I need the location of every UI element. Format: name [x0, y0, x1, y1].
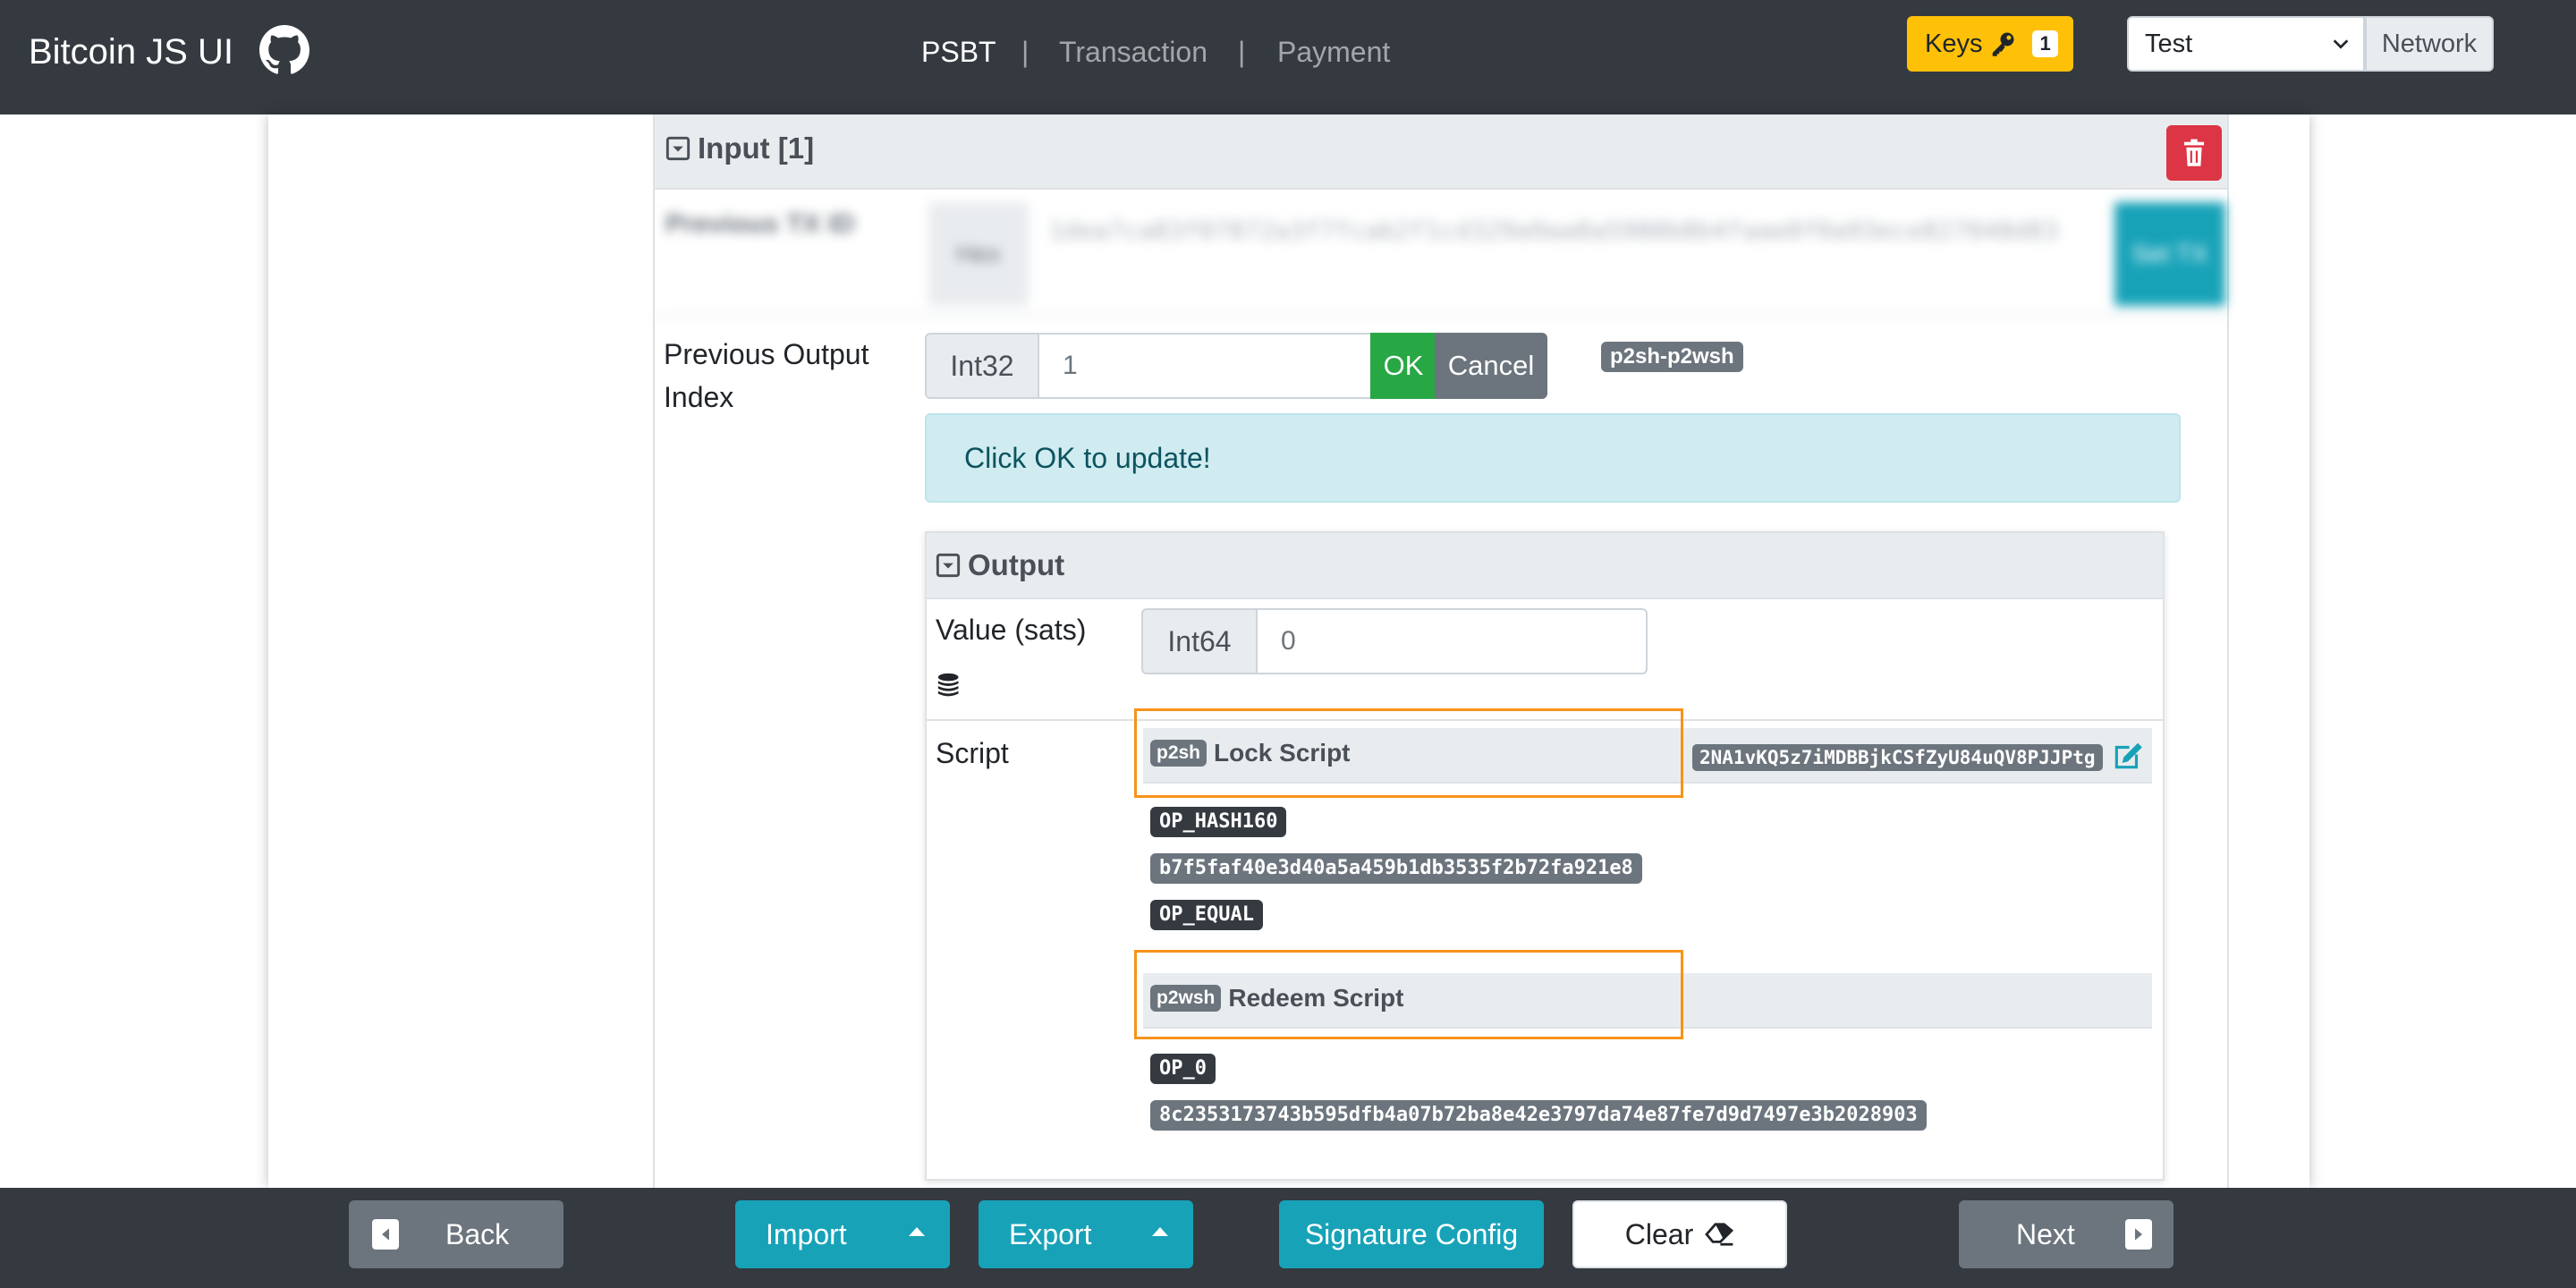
nav-separator: | [1021, 36, 1030, 68]
nav-psbt[interactable]: PSBT [921, 32, 996, 72]
previous-tx-prefix: Hex [928, 202, 1029, 306]
redeem-script-highlight [1134, 950, 1683, 1039]
lock-script-address-badge: 2NA1vKQ5z7iMDBBjkCSfZyU84uQV8PJJPtg [1692, 744, 2103, 771]
trash-icon [2183, 139, 2205, 166]
delete-input-button[interactable] [2166, 125, 2222, 181]
redeem-op-hash: 8c2353173743b595dfb4a07b72ba8e42e3797da7… [1150, 1100, 1927, 1131]
collapse-icon[interactable] [665, 136, 691, 161]
output-card-header[interactable]: Output [927, 533, 2163, 599]
caret-up-icon[interactable] [1152, 1227, 1168, 1236]
previous-tx-input[interactable]: 1dea7ca83f07872a3f7fcab2f1cd329a9aa8a598… [1048, 209, 2104, 252]
script-type-badge: p2sh-p2wsh [1601, 342, 1743, 372]
arrow-right-icon [2124, 1219, 2152, 1250]
value-label: Value (sats) [936, 614, 1087, 646]
set-tx-button[interactable]: Set TX [2114, 202, 2225, 306]
nav-payment[interactable]: Payment [1277, 32, 1390, 72]
export-button[interactable]: Export [979, 1200, 1193, 1268]
next-button[interactable]: Next [1959, 1200, 2174, 1268]
keys-count-badge: 1 [2032, 30, 2058, 57]
collapse-icon[interactable] [936, 553, 961, 578]
previous-output-index-input[interactable]: 1 [1038, 333, 1372, 399]
redeem-op-0: OP_0 [1150, 1054, 1216, 1084]
keys-label: Keys [1925, 29, 1983, 58]
input-title[interactable]: Input [1] [665, 127, 814, 170]
lock-script-highlight [1134, 708, 1683, 798]
value-input[interactable]: 0 [1256, 608, 1648, 674]
key-icon [1993, 32, 2014, 56]
top-navbar: Bitcoin JS UI PSBT | Transaction | Payme… [0, 0, 2576, 114]
back-label: Back [445, 1217, 510, 1250]
import-label: Import [766, 1217, 847, 1250]
edit-icon[interactable] [2111, 739, 2145, 773]
clear-label: Clear [1624, 1217, 1694, 1250]
lock-op-equal: OP_EQUAL [1150, 900, 1263, 930]
chevron-down-icon [2333, 39, 2349, 49]
caret-up-icon[interactable] [909, 1227, 925, 1236]
previous-tx-row: Previous TX ID Hex 1dea7ca83f07872a3f7fc… [655, 191, 2227, 317]
value-prefix: Int64 [1141, 608, 1258, 674]
network-selected-value: Test [2145, 29, 2193, 58]
next-label: Next [2016, 1217, 2075, 1250]
network-label: Network [2365, 16, 2494, 72]
clear-button[interactable]: Clear [1572, 1200, 1787, 1268]
github-icon[interactable] [259, 25, 309, 75]
input-title-text: Input [1] [698, 131, 815, 165]
output-card: Output Value (sats) Int64 0 Script p2sh … [925, 531, 2165, 1181]
nav-separator: | [1238, 36, 1246, 68]
cancel-button[interactable]: Cancel [1435, 333, 1547, 399]
input-card-header[interactable]: Input [1] [655, 114, 2227, 190]
import-button[interactable]: Import [735, 1200, 950, 1268]
coins-icon [937, 673, 959, 697]
output-title-text: Output [968, 548, 1065, 581]
previous-output-label: Previous Output Index [664, 338, 869, 413]
previous-output-prefix: Int32 [925, 333, 1039, 399]
signature-config-button[interactable]: Signature Config [1279, 1200, 1544, 1268]
lock-op-hash: b7f5faf40e3d40a5a459b1db3535f2b72fa921e8 [1150, 853, 1642, 884]
previous-tx-label: Previous TX ID [665, 209, 855, 239]
keys-button[interactable]: Keys 1 [1907, 16, 2073, 72]
lock-op-hash160: OP_HASH160 [1150, 807, 1287, 837]
ok-button[interactable]: OK [1370, 333, 1436, 399]
script-label: Script [936, 737, 1009, 769]
output-title[interactable]: Output [936, 544, 1064, 587]
back-button[interactable]: Back [349, 1200, 564, 1268]
export-label: Export [1009, 1217, 1092, 1250]
app-title[interactable]: Bitcoin JS UI [29, 27, 233, 77]
nav-transaction[interactable]: Transaction [1059, 32, 1208, 72]
eraser-icon [1705, 1223, 1734, 1246]
update-alert: Click OK to update! [925, 413, 2181, 503]
arrow-left-icon [372, 1219, 399, 1250]
network-select[interactable]: Test [2127, 16, 2365, 72]
